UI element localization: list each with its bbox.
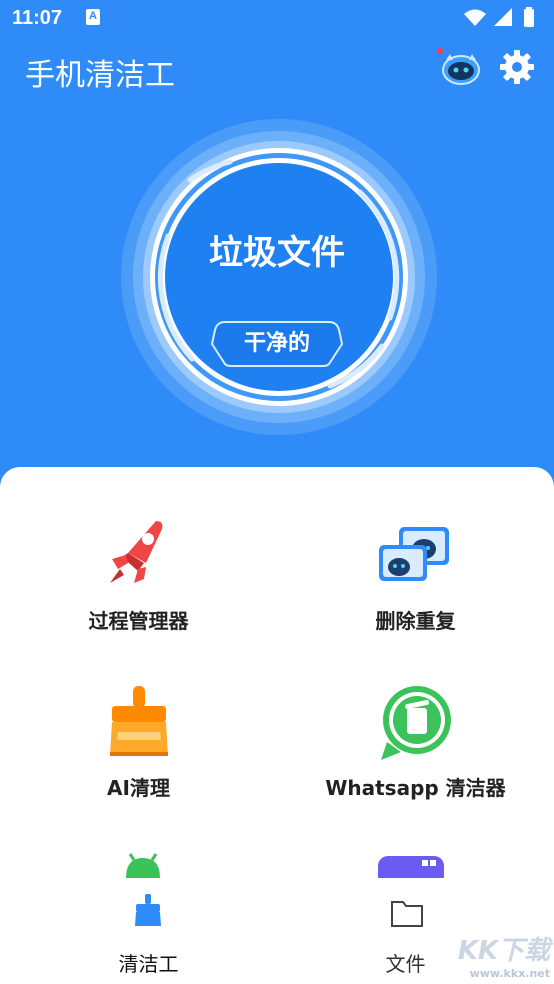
tile-label: 删除重复: [375, 609, 456, 633]
rocket-icon: [110, 521, 163, 583]
status-bar: 11:07 A: [0, 0, 554, 36]
junk-files-title: 垃圾文件: [209, 233, 345, 273]
settings-gear-icon[interactable]: [499, 49, 535, 85]
tile-label: AI清理: [107, 776, 170, 800]
tile-process-manager[interactable]: 过程管理器: [0, 513, 277, 633]
app-title: 手机清洁工: [25, 58, 175, 93]
tile-delete-duplicates[interactable]: 删除重复: [277, 513, 554, 633]
storage-icon: [378, 856, 444, 878]
broom-icon: [110, 686, 168, 756]
system-indicators-icon: [464, 7, 534, 27]
tile-ai-clean[interactable]: AI清理: [0, 680, 277, 800]
folder-icon: [391, 901, 423, 927]
watermark-url: www.kkx.net: [469, 967, 550, 980]
watermark-brand: KK下载: [457, 936, 550, 966]
clean-status-badge: 干净的: [243, 331, 310, 356]
assistant-bot-icon[interactable]: [437, 48, 481, 88]
tile-whatsapp-cleaner[interactable]: Whatsapp 清洁器: [277, 680, 554, 800]
watermark: KK下载 www.kkx.net: [458, 930, 550, 980]
android-icon: [126, 853, 160, 878]
cleaner-icon: [135, 894, 161, 926]
duplicate-images-icon: [379, 527, 449, 581]
status-time: 11:07: [12, 7, 63, 29]
whatsapp-trash-icon: [381, 686, 451, 760]
notification-icon: A: [86, 9, 100, 25]
junk-scan-circle[interactable]: [120, 118, 438, 436]
tile-label: 过程管理器: [88, 609, 189, 633]
tile-label: Whatsapp 清洁器: [325, 776, 506, 800]
nav-label: 清洁工: [118, 952, 179, 976]
nav-cleaner[interactable]: 清洁工: [10, 878, 287, 984]
